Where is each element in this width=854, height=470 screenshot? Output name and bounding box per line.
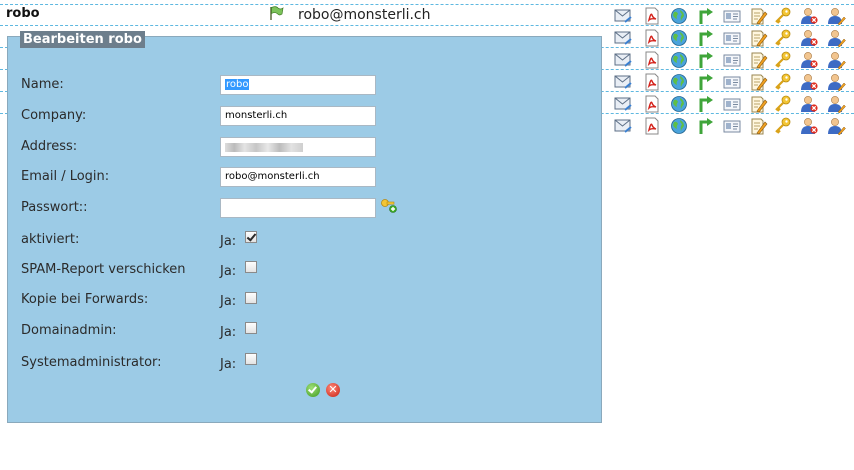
globe-icon[interactable]	[669, 6, 689, 26]
user-delete-icon[interactable]	[799, 6, 819, 26]
forward-arrow-icon[interactable]	[696, 72, 716, 92]
key-icon[interactable]	[773, 6, 793, 26]
address-redacted	[225, 143, 303, 152]
forward-arrow-icon[interactable]	[696, 50, 716, 70]
spam-report-checkbox[interactable]	[245, 261, 257, 273]
key-add-icon[interactable]	[380, 197, 398, 213]
globe-icon[interactable]	[669, 94, 689, 114]
user-delete-icon[interactable]	[799, 116, 819, 136]
card-icon[interactable]	[722, 6, 742, 26]
edit-document-icon[interactable]	[748, 94, 768, 114]
company-label: Company:	[21, 108, 87, 123]
cancel-button[interactable]: ✕	[326, 383, 340, 397]
card-icon[interactable]	[722, 72, 742, 92]
edit-document-icon[interactable]	[748, 72, 768, 92]
user-delete-icon[interactable]	[799, 28, 819, 48]
key-icon[interactable]	[773, 94, 793, 114]
domainadmin-checkbox[interactable]	[245, 322, 257, 334]
user-edit-icon[interactable]	[826, 116, 846, 136]
globe-icon[interactable]	[669, 72, 689, 92]
globe-icon[interactable]	[669, 28, 689, 48]
forward-arrow-icon[interactable]	[696, 116, 716, 136]
user-edit-icon[interactable]	[826, 72, 846, 92]
pdf-icon[interactable]	[642, 28, 662, 48]
user-edit-icon[interactable]	[826, 94, 846, 114]
mail-icon[interactable]	[613, 28, 633, 48]
edit-document-icon[interactable]	[748, 116, 768, 136]
forward-arrow-icon[interactable]	[696, 6, 716, 26]
user-delete-icon[interactable]	[799, 94, 819, 114]
aktiviert-ja-label: Ja:	[220, 234, 237, 249]
mail-icon[interactable]	[613, 94, 633, 114]
spam-report-label: SPAM-Report verschicken	[21, 262, 186, 277]
forward-arrow-icon[interactable]	[696, 94, 716, 114]
key-icon[interactable]	[773, 50, 793, 70]
systemadmin-label: Systemadministrator:	[21, 355, 162, 370]
forward-arrow-icon[interactable]	[696, 28, 716, 48]
form-legend: Bearbeiten robo	[20, 31, 145, 48]
card-icon[interactable]	[722, 94, 742, 114]
save-button[interactable]	[306, 383, 320, 397]
card-icon[interactable]	[722, 50, 742, 70]
user-email: robo@monsterli.ch	[298, 7, 431, 23]
systemadmin-checkbox[interactable]	[245, 353, 257, 365]
edit-document-icon[interactable]	[748, 28, 768, 48]
pdf-icon[interactable]	[642, 94, 662, 114]
mail-icon[interactable]	[613, 50, 633, 70]
key-icon[interactable]	[773, 28, 793, 48]
card-icon[interactable]	[722, 28, 742, 48]
kopie-forwards-checkbox[interactable]	[245, 292, 257, 304]
spam-report-ja-label: Ja:	[220, 264, 237, 279]
name-input[interactable]: robo	[220, 75, 376, 95]
address-label: Address:	[21, 139, 78, 154]
globe-icon[interactable]	[669, 116, 689, 136]
edit-document-icon[interactable]	[748, 50, 768, 70]
domainadmin-ja-label: Ja:	[220, 325, 237, 340]
user-delete-icon[interactable]	[799, 50, 819, 70]
pdf-icon[interactable]	[642, 72, 662, 92]
page-title: robo	[6, 6, 40, 21]
flag-icon	[270, 6, 284, 20]
domainadmin-label: Domainadmin:	[21, 323, 117, 338]
aktiviert-label: aktiviert:	[21, 232, 80, 247]
email-input[interactable]: robo@monsterli.ch	[220, 167, 376, 187]
email-label: Email / Login:	[21, 169, 110, 184]
name-value: robo	[225, 79, 250, 90]
user-edit-icon[interactable]	[826, 6, 846, 26]
dashed-separator	[0, 4, 854, 5]
card-icon[interactable]	[722, 116, 742, 136]
user-edit-icon[interactable]	[826, 28, 846, 48]
kopie-forwards-label: Kopie bei Forwards:	[21, 292, 149, 307]
mail-icon[interactable]	[613, 116, 633, 136]
kopie-forwards-ja-label: Ja:	[220, 294, 237, 309]
key-icon[interactable]	[773, 116, 793, 136]
systemadmin-ja-label: Ja:	[220, 357, 237, 372]
name-label: Name:	[21, 77, 64, 92]
user-delete-icon[interactable]	[799, 72, 819, 92]
edit-document-icon[interactable]	[748, 6, 768, 26]
address-input[interactable]	[220, 137, 376, 157]
mail-icon[interactable]	[613, 72, 633, 92]
mail-icon[interactable]	[613, 6, 633, 26]
key-icon[interactable]	[773, 72, 793, 92]
password-input[interactable]	[220, 198, 376, 218]
password-label: Passwort::	[21, 200, 88, 215]
pdf-icon[interactable]	[642, 6, 662, 26]
pdf-icon[interactable]	[642, 116, 662, 136]
company-input[interactable]: monsterli.ch	[220, 106, 376, 126]
aktiviert-checkbox[interactable]	[245, 231, 257, 243]
user-edit-icon[interactable]	[826, 50, 846, 70]
pdf-icon[interactable]	[642, 50, 662, 70]
globe-icon[interactable]	[669, 50, 689, 70]
